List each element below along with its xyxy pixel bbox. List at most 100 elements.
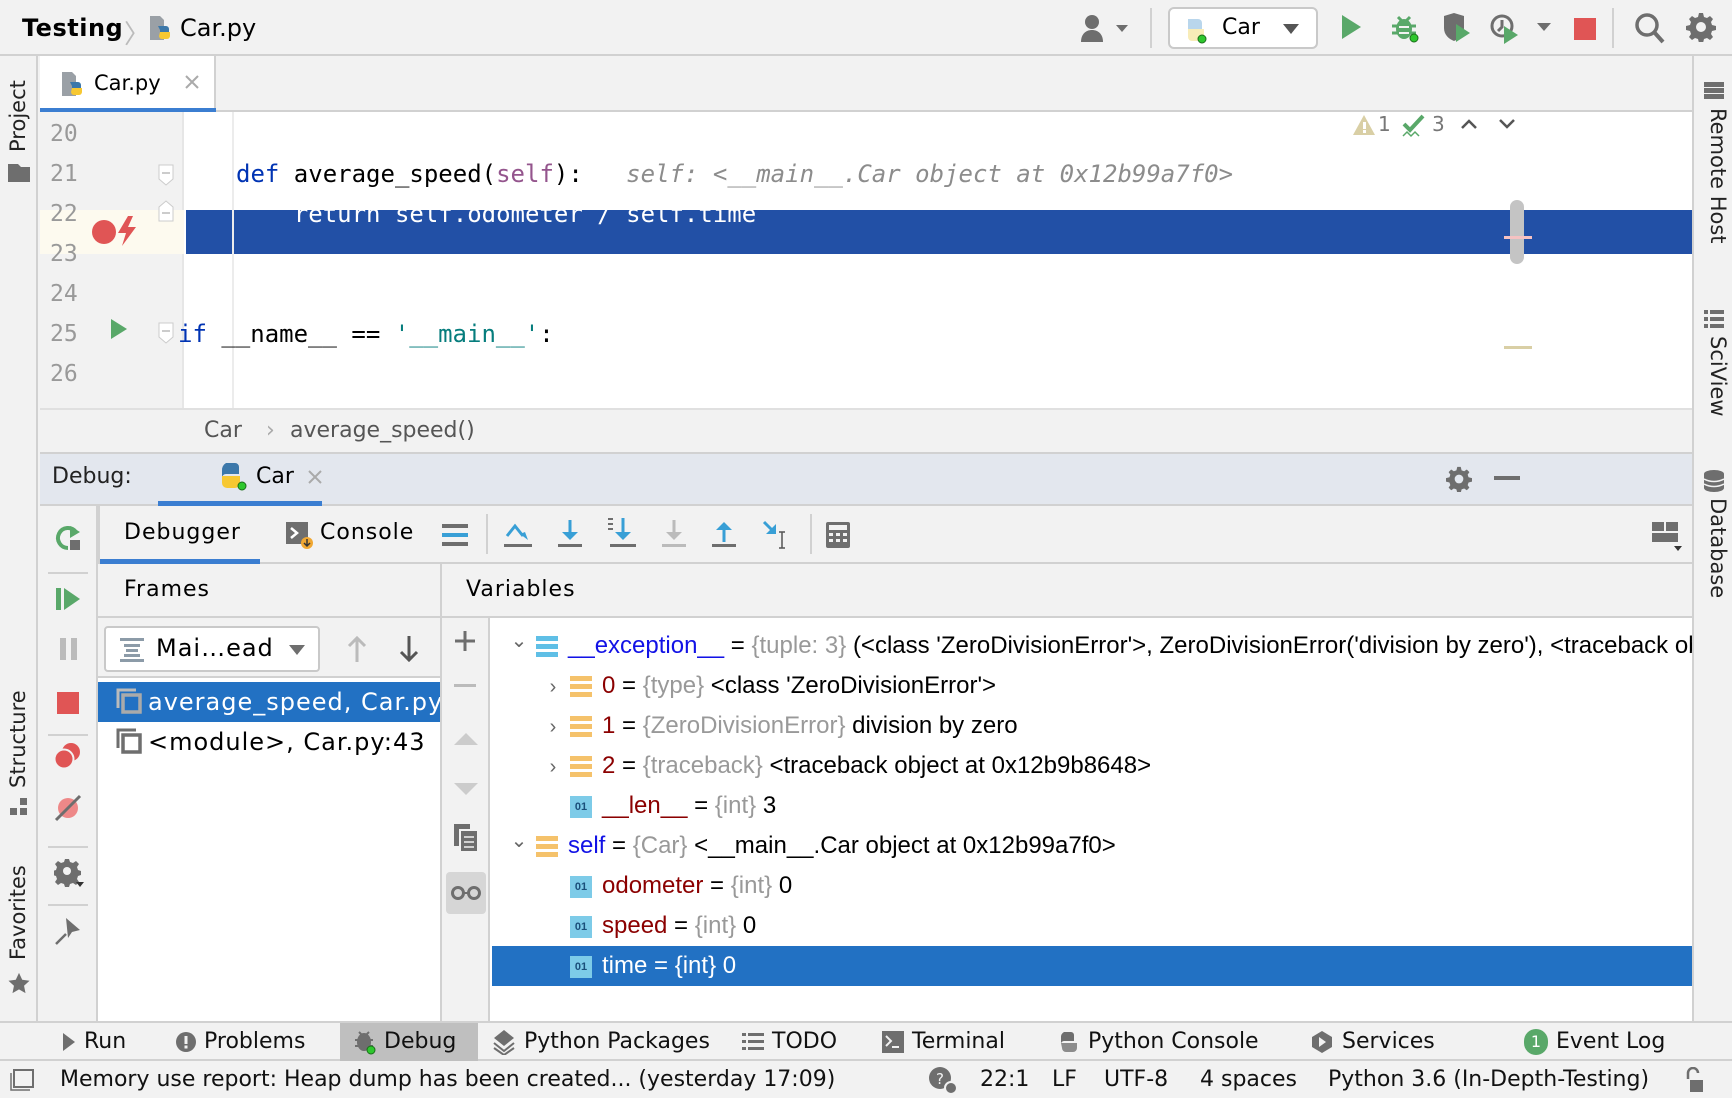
view-breakpoints-icon[interactable] — [54, 742, 82, 770]
editor-tab-car-py[interactable]: Car.py — [40, 56, 216, 114]
tool-tab-python-console[interactable]: Python Console — [1050, 1023, 1267, 1061]
editor-scrollbar[interactable] — [1510, 200, 1524, 264]
step-into-icon[interactable] — [558, 520, 582, 548]
expand-chevron-open-icon[interactable]: ⌄ — [502, 626, 536, 661]
move-watch-down-icon[interactable] — [454, 782, 478, 796]
variable-row[interactable]: 01 speed = {int} 0 — [492, 906, 1692, 946]
coverage-button[interactable] — [1442, 12, 1474, 44]
stop-icon[interactable] — [57, 692, 79, 714]
minimize-icon[interactable] — [1494, 476, 1520, 480]
run-gutter-icon[interactable] — [110, 318, 128, 340]
next-frame-icon[interactable] — [398, 636, 420, 662]
tab-console[interactable]: Console — [280, 506, 430, 562]
debug-session-tab[interactable]: Car — [158, 454, 322, 506]
read-only-lock-icon[interactable] — [1684, 1067, 1704, 1093]
breadcrumb-item[interactable]: average_speed() — [290, 418, 475, 443]
close-session-icon[interactable] — [308, 470, 322, 484]
tool-tab-todo[interactable]: TODO — [734, 1023, 845, 1061]
variable-row[interactable]: 01 odometer = {int} 0 — [492, 866, 1692, 906]
variable-row[interactable]: › 1 = {ZeroDivisionError} division by zer… — [492, 706, 1692, 746]
project-name[interactable]: Testing — [22, 12, 123, 44]
variable-row[interactable]: 01 __len__ = {int} 3 — [492, 786, 1692, 826]
pin-tab-icon[interactable] — [54, 916, 82, 946]
variable-row[interactable]: › 0 = {type} <class 'ZeroDivisionError'> — [492, 666, 1692, 706]
expand-chevron-closed-icon[interactable]: › — [536, 707, 570, 746]
breadcrumb-item[interactable]: Car — [204, 418, 242, 443]
error-stripe-mark[interactable] — [1504, 236, 1532, 239]
tool-tab-services[interactable]: Services — [1302, 1023, 1443, 1061]
previous-frame-icon[interactable] — [346, 636, 368, 662]
show-watches-toggle[interactable] — [446, 872, 486, 914]
indent-setting[interactable]: 4 spaces — [1200, 1061, 1297, 1098]
layout-options-icon[interactable] — [1652, 522, 1682, 552]
close-tab-icon[interactable] — [184, 74, 200, 90]
move-watch-up-icon[interactable] — [454, 732, 478, 746]
expand-chevron-open-icon[interactable]: ⌄ — [502, 826, 536, 861]
tool-tab-terminal[interactable]: Terminal — [874, 1023, 1013, 1061]
structure-tool-button[interactable]: Structure — [6, 690, 30, 788]
warning-icon[interactable] — [1352, 114, 1376, 136]
variable-row[interactable]: ⌄ self = {Car} <__main__.Car object at 0x… — [492, 826, 1692, 866]
mute-breakpoints-icon[interactable] — [54, 794, 82, 822]
remote-host-tool-button[interactable]: Remote Host — [1706, 108, 1730, 244]
database-tool-button[interactable]: Database — [1706, 498, 1730, 598]
project-tool-button[interactable]: Project — [6, 80, 30, 152]
favorites-tool-button[interactable]: Favorites — [6, 865, 30, 960]
tool-tab-python-packages[interactable]: Python Packages — [484, 1023, 718, 1061]
python-interpreter[interactable]: Python 3.6 (In-Depth-Testing) — [1328, 1061, 1649, 1098]
new-watch-icon[interactable] — [454, 630, 476, 652]
tool-tab-problems[interactable]: Problems — [168, 1023, 313, 1061]
next-highlight-icon[interactable] — [1498, 118, 1516, 130]
force-step-into-icon[interactable] — [662, 520, 686, 548]
variable-row-selected[interactable]: 01 time = {int} 0 — [492, 946, 1692, 986]
tool-tab-run[interactable]: Run — [54, 1023, 134, 1061]
code-editor[interactable]: 20 21 22 23 24 25 26 def average_speed(s… — [40, 112, 1692, 408]
file-name[interactable]: Car.py — [180, 12, 256, 44]
file-encoding[interactable]: UTF-8 — [1104, 1061, 1168, 1098]
pause-program-icon[interactable] — [58, 638, 80, 662]
caret-position[interactable]: 22:1 — [980, 1061, 1029, 1098]
vcs-user-icon[interactable] — [1080, 12, 1130, 44]
status-message[interactable]: Memory use report: Heap dump has been cr… — [60, 1061, 835, 1098]
frame-item-selected[interactable]: average_speed, Car.py:22 — [98, 682, 440, 722]
step-over-icon[interactable] — [504, 520, 532, 548]
stop-button[interactable] — [1574, 18, 1596, 40]
previous-highlight-icon[interactable] — [1460, 118, 1478, 130]
more-run-options-icon[interactable] — [1536, 22, 1552, 32]
rerun-icon[interactable] — [54, 524, 82, 552]
sciview-tool-button[interactable]: SciView — [1706, 336, 1730, 417]
variable-row[interactable]: › 2 = {traceback} <traceback object at 0x… — [492, 746, 1692, 786]
profile-button[interactable] — [1490, 12, 1522, 44]
tool-tab-debug[interactable]: Debug — [340, 1023, 478, 1061]
remove-watch-icon[interactable] — [454, 684, 476, 688]
run-button[interactable] — [1340, 14, 1362, 40]
run-configuration-select[interactable]: Car — [1168, 7, 1318, 49]
resume-program-icon[interactable] — [56, 586, 82, 612]
expand-chevron-closed-icon[interactable]: › — [536, 667, 570, 706]
warning-stripe-mark[interactable] — [1504, 346, 1532, 349]
fold-icon[interactable] — [158, 164, 174, 186]
expand-chevron-closed-icon[interactable]: › — [536, 747, 570, 786]
fold-icon[interactable] — [158, 322, 174, 344]
step-into-my-code-icon[interactable] — [608, 518, 636, 548]
fold-end-icon[interactable] — [158, 200, 174, 222]
thread-select[interactable]: Mai…ead — [104, 626, 320, 672]
debug-button[interactable] — [1390, 12, 1422, 44]
breakpoint-icon[interactable] — [92, 220, 116, 244]
settings-gear-icon[interactable] — [1686, 12, 1716, 42]
weak-warning-icon[interactable] — [1402, 114, 1426, 140]
show-execution-point-icon[interactable] — [442, 524, 468, 546]
frame-item[interactable]: <module>, Car.py:43 — [98, 722, 440, 762]
tool-tab-event-log[interactable]: 1 Event Log — [1516, 1023, 1673, 1061]
evaluate-expression-icon[interactable] — [826, 522, 850, 548]
tab-debugger[interactable]: Debugger — [100, 506, 260, 564]
step-out-icon[interactable] — [712, 520, 736, 548]
search-icon[interactable] — [1634, 12, 1666, 44]
line-separator[interactable]: LF — [1052, 1061, 1077, 1098]
variable-row[interactable]: ⌄ __exception__ = {tuple: 3} (<class 'Zer… — [492, 626, 1692, 666]
settings-gear-icon[interactable] — [1446, 466, 1472, 492]
debugger-settings-icon[interactable] — [54, 858, 84, 888]
inspection-profile-icon[interactable]: ? — [928, 1065, 958, 1095]
toggle-tool-windows-icon[interactable] — [10, 1069, 34, 1091]
run-to-cursor-icon[interactable] — [762, 520, 790, 550]
